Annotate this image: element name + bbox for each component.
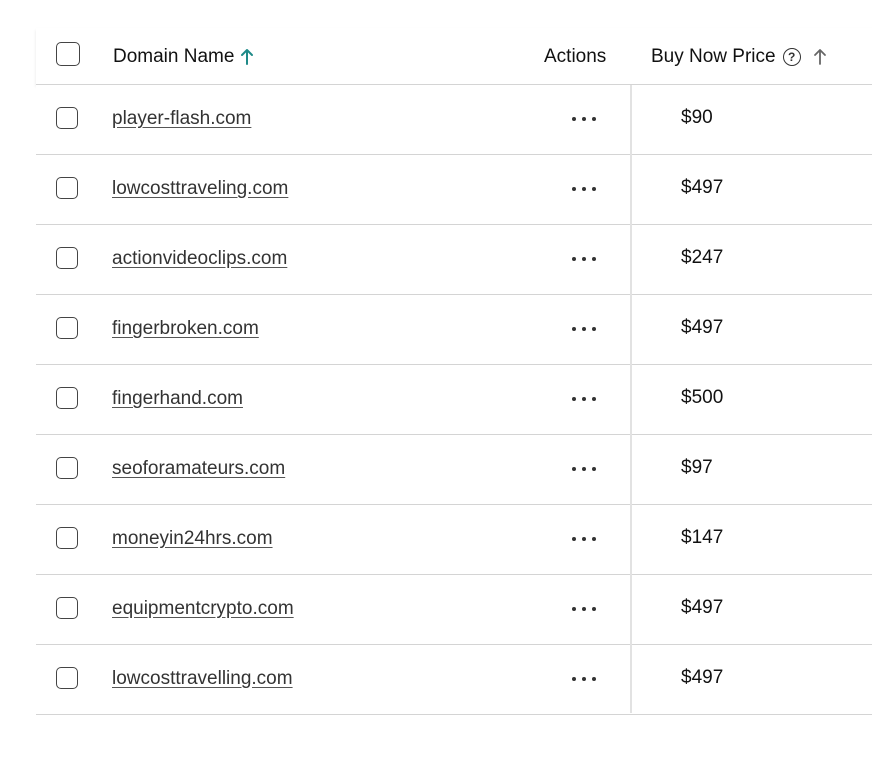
- arrow-up-icon[interactable]: [813, 48, 827, 66]
- more-options-icon[interactable]: [570, 321, 598, 337]
- arrow-up-icon[interactable]: [240, 48, 254, 66]
- more-options-icon[interactable]: [570, 111, 598, 127]
- more-options-icon[interactable]: [570, 391, 598, 407]
- domain-name-header-label: Domain Name: [113, 46, 235, 67]
- buy-now-price: $497: [681, 317, 724, 338]
- domain-table: Domain Name Actions Buy Now Price ? play…: [36, 28, 872, 715]
- more-options-icon[interactable]: [570, 181, 598, 197]
- buy-now-price: $247: [681, 247, 724, 268]
- row-checkbox[interactable]: [56, 387, 78, 409]
- row-checkbox[interactable]: [56, 317, 78, 339]
- buy-now-price: $90: [681, 107, 713, 128]
- row-checkbox[interactable]: [56, 107, 78, 129]
- table-row: lowcosttravelling.com $497: [36, 645, 872, 715]
- actions-column-header: Actions: [544, 46, 607, 67]
- domain-link[interactable]: actionvideoclips.com: [112, 248, 287, 270]
- buy-now-price-column-header[interactable]: Buy Now Price ?: [651, 46, 827, 68]
- domain-name-column-header[interactable]: Domain Name: [113, 46, 254, 68]
- row-checkbox[interactable]: [56, 527, 78, 549]
- domain-link[interactable]: lowcosttraveling.com: [112, 178, 288, 200]
- table-row: lowcosttraveling.com $497: [36, 155, 872, 225]
- table-header: Domain Name Actions Buy Now Price ?: [36, 28, 872, 85]
- sticky-column-divider: [630, 85, 632, 713]
- buy-now-price: $500: [681, 387, 724, 408]
- more-options-icon[interactable]: [570, 461, 598, 477]
- table-row: moneyin24hrs.com $147: [36, 505, 872, 575]
- table-row: fingerbroken.com $497: [36, 295, 872, 365]
- domain-link[interactable]: player-flash.com: [112, 108, 251, 130]
- more-options-icon[interactable]: [570, 601, 598, 617]
- domain-link[interactable]: lowcosttravelling.com: [112, 668, 293, 690]
- buy-now-price: $497: [681, 667, 724, 688]
- table-body: player-flash.com $90 lowcosttraveling.co…: [36, 85, 872, 715]
- table-row: actionvideoclips.com $247: [36, 225, 872, 295]
- more-options-icon[interactable]: [570, 251, 598, 267]
- more-options-icon[interactable]: [570, 671, 598, 687]
- select-all-checkbox[interactable]: [56, 42, 80, 66]
- buy-now-price: $497: [681, 597, 724, 618]
- table-row: seoforamateurs.com $97: [36, 435, 872, 505]
- row-checkbox[interactable]: [56, 177, 78, 199]
- domain-link[interactable]: fingerhand.com: [112, 388, 243, 410]
- row-checkbox[interactable]: [56, 247, 78, 269]
- more-options-icon[interactable]: [570, 531, 598, 547]
- row-checkbox[interactable]: [56, 457, 78, 479]
- row-checkbox[interactable]: [56, 667, 78, 689]
- buy-now-price: $97: [681, 457, 713, 478]
- domain-link[interactable]: moneyin24hrs.com: [112, 528, 273, 550]
- domain-link[interactable]: equipmentcrypto.com: [112, 598, 294, 620]
- buy-now-price-header-label: Buy Now Price: [651, 46, 776, 67]
- row-checkbox[interactable]: [56, 597, 78, 619]
- table-row: fingerhand.com $500: [36, 365, 872, 435]
- help-circle-icon[interactable]: ?: [782, 48, 801, 66]
- domain-link[interactable]: seoforamateurs.com: [112, 458, 285, 480]
- domain-link[interactable]: fingerbroken.com: [112, 318, 259, 340]
- buy-now-price: $497: [681, 177, 724, 198]
- table-row: equipmentcrypto.com $497: [36, 575, 872, 645]
- buy-now-price: $147: [681, 527, 724, 548]
- table-row: player-flash.com $90: [36, 85, 872, 155]
